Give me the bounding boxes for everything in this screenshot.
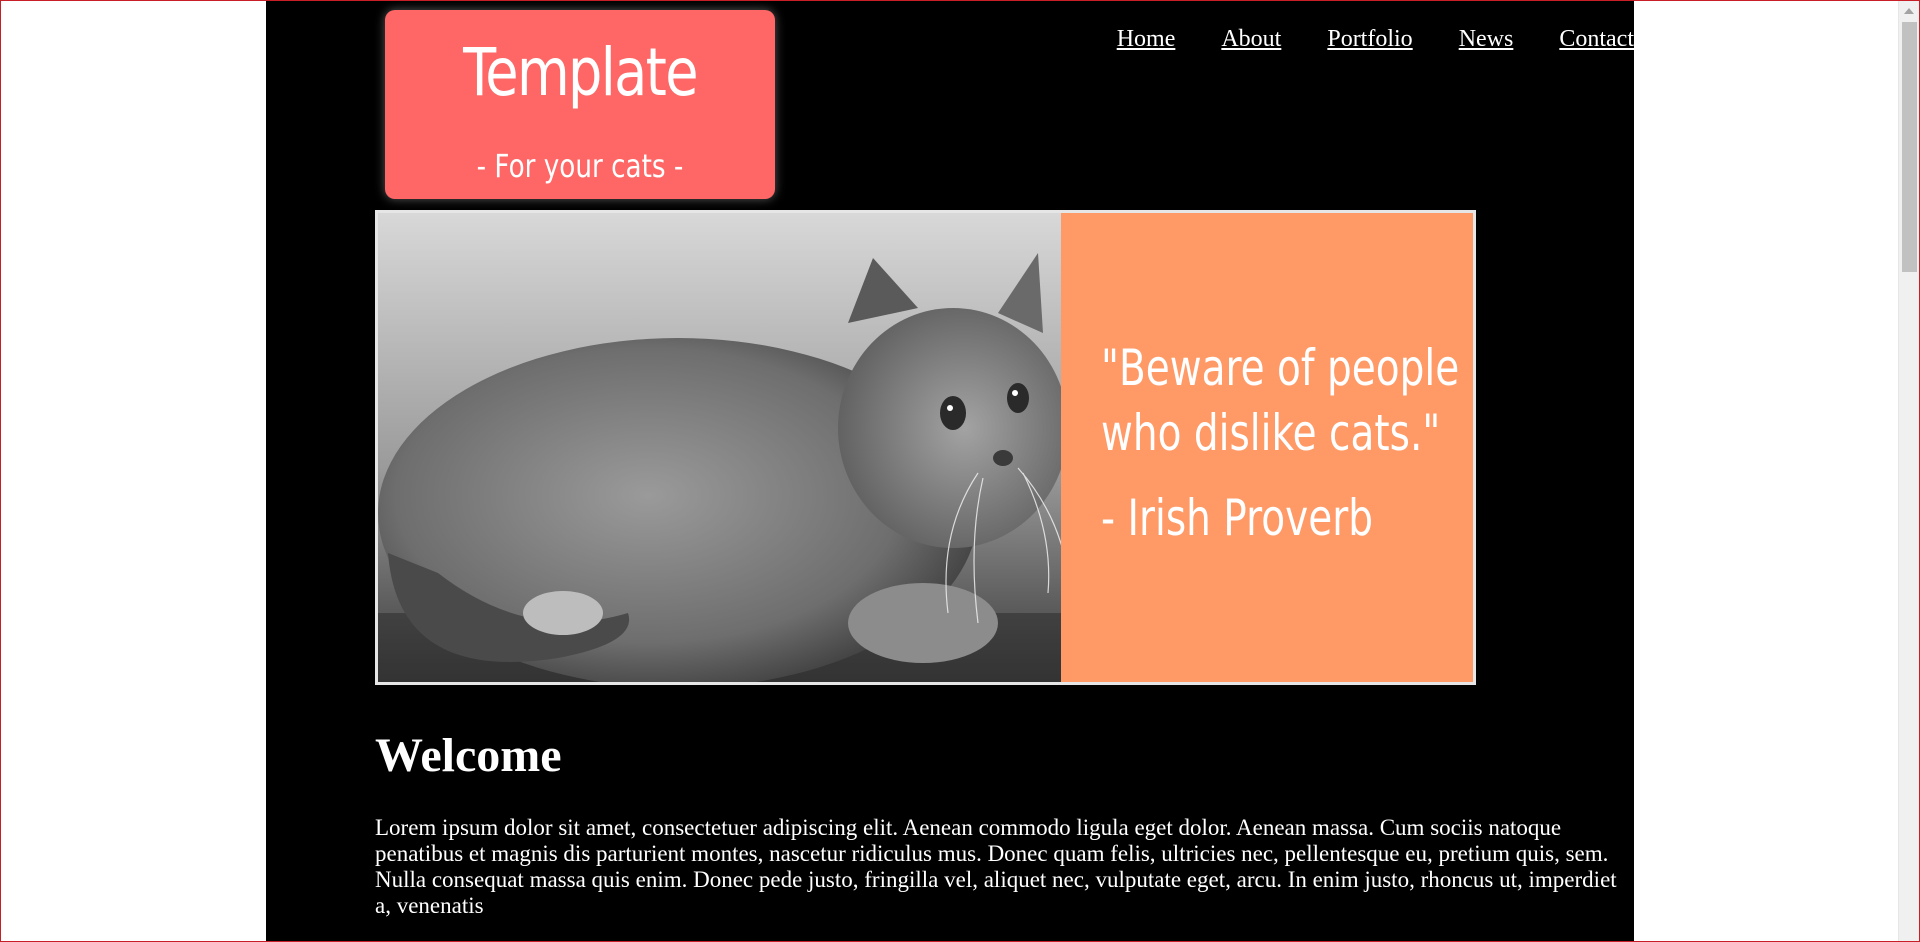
cat-photo (378, 213, 1061, 682)
nav-link-news[interactable]: News (1459, 26, 1514, 53)
nav-link-contact[interactable]: Contact (1559, 26, 1634, 53)
intro-paragraph: Lorem ipsum dolor sit amet, consectetuer… (375, 815, 1617, 918)
nav-link-home[interactable]: Home (1117, 26, 1176, 53)
vertical-scrollbar[interactable] (1898, 1, 1919, 941)
logo-title: Template (463, 34, 698, 111)
nav-link-about[interactable]: About (1221, 26, 1281, 53)
nav-link-portfolio[interactable]: Portfolio (1327, 26, 1412, 53)
scroll-thumb[interactable] (1902, 22, 1917, 272)
logo-subtitle: - For your cats - (476, 147, 684, 185)
quote-line-1: "Beware of people (1101, 339, 1460, 397)
hero-banner: "Beware of people who dislike cats." - I… (375, 210, 1476, 685)
page-heading: Welcome (375, 729, 562, 782)
main-nav: Home About Portfolio News Contact (1117, 26, 1634, 53)
quote-author: - Irish Proverb (1101, 489, 1374, 547)
scroll-up-icon[interactable] (1904, 8, 1914, 14)
quote-line-2: who dislike cats." (1101, 404, 1441, 462)
site-logo[interactable]: Template - For your cats - (385, 10, 775, 199)
page-container: Template - For your cats - Home About Po… (266, 0, 1634, 942)
quote-panel: "Beware of people who dislike cats." - I… (1061, 213, 1473, 682)
